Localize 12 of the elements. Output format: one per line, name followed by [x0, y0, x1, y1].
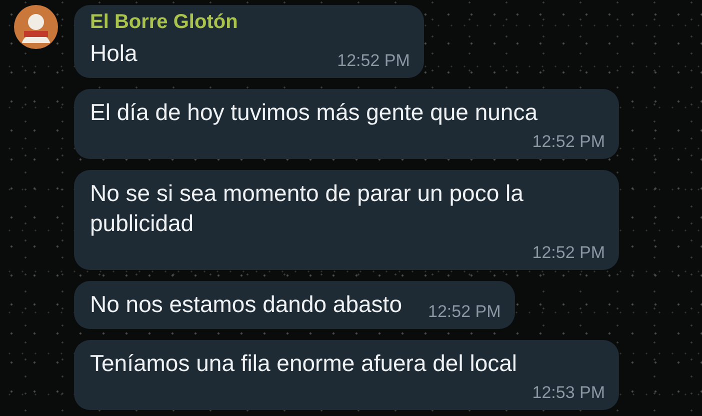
sender-name: El Borre Glotón: [90, 11, 239, 34]
message-time: 12:52 PM: [532, 242, 605, 264]
message-text: No nos estamos dando abasto: [90, 290, 402, 319]
avatar-icon[interactable]: [14, 5, 58, 49]
message-time: 12:52 PM: [337, 50, 410, 72]
message-text: Teníamos una fila enorme afuera del local: [90, 349, 518, 378]
message-text: El día de hoy tuvimos más gente que nunca: [90, 98, 538, 127]
message-text: Hola: [90, 39, 138, 68]
message-time: 12:52 PM: [428, 301, 501, 323]
message-text: No se si sea momento de parar un poco la publicidad: [90, 179, 524, 238]
message-time: 12:52 PM: [532, 131, 605, 153]
message-time: 12:53 PM: [532, 382, 605, 404]
